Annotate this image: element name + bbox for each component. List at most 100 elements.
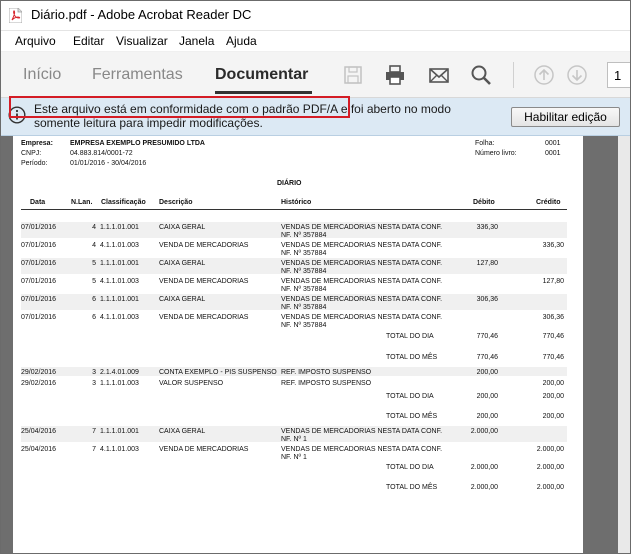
total-credito: 200,00 [542,413,564,420]
toolbar: Início Ferramentas Documentar 1 [1,52,630,98]
tab-inicio[interactable]: Início [23,66,61,84]
menu-arquivo[interactable]: Arquivo [15,34,56,48]
menu-ajuda[interactable]: Ajuda [226,34,257,48]
row-historico: REF. IMPOSTO SUSPENSO [281,369,372,376]
livro-value: 0001 [545,150,561,157]
row-classificacao: 4.1.1.01.003 [100,278,139,285]
row-descricao: VENDA DE MERCADORIAS [159,278,249,285]
col-descricao: Descrição [159,199,193,206]
print-icon[interactable] [384,64,406,86]
row-historico: NF. Nº 357884 [281,286,327,293]
pdf-page: Empresa: EMPRESA EXEMPLO PRESUMIDO LTDA … [13,136,583,553]
row-classificacao: 1.1.1.01.001 [100,224,139,231]
vertical-scrollbar[interactable] [618,136,630,553]
page-down-icon[interactable] [566,64,588,86]
row-historico: NF. Nº 357884 [281,304,327,311]
document-title: DIÁRIO [277,180,302,187]
row-historico: VENDAS DE MERCADORIAS NESTA DATA CONF. [281,260,443,267]
row-historico: VENDAS DE MERCADORIAS NESTA DATA CONF. [281,242,443,249]
row-historico: NF. Nº 357884 [281,268,327,275]
row-descricao: VALOR SUSPENSO [159,380,224,387]
total-debito: 770,46 [476,333,498,340]
total-debito: 200,00 [476,413,498,420]
acrobat-window: Diário.pdf - Adobe Acrobat Reader DC Arq… [0,0,631,554]
row-historico: REF. IMPOSTO SUSPENSO [281,380,372,387]
total-debito: 200,00 [476,393,498,400]
menu-editar[interactable]: Editar [73,34,104,48]
row-credito: 2.000,00 [536,446,564,453]
col-nlan: N.Lan. [71,199,93,206]
row-credito: 200,00 [542,380,564,387]
row-descricao: VENDA DE MERCADORIAS [159,446,249,453]
email-icon[interactable] [428,64,450,86]
row-nlan: 5 [92,260,96,267]
row-classificacao: 1.1.1.01.001 [100,260,139,267]
row-historico: NF. Nº 357884 [281,250,327,257]
row-classificacao: 1.1.1.01.003 [100,380,139,387]
row-classificacao: 4.1.1.01.003 [100,314,139,321]
header-rule [21,209,567,210]
cnpj-label: CNPJ: [21,150,42,157]
page-number-input[interactable]: 1 [607,62,630,88]
row-classificacao: 1.1.1.01.001 [100,428,139,435]
row-credito: 127,80 [542,278,564,285]
row-debito: 127,80 [476,260,498,267]
row-credito: 336,30 [542,242,564,249]
row-classificacao: 4.1.1.01.003 [100,242,139,249]
row-nlan: 6 [92,296,96,303]
total-credito: 2.000,00 [536,464,564,471]
col-data: Data [30,199,46,206]
col-credito: Crédito [536,199,561,206]
row-credito: 306,36 [542,314,564,321]
row-classificacao: 4.1.1.01.003 [100,446,139,453]
total-credito: 770,46 [542,333,564,340]
tab-documentar[interactable]: Documentar [215,66,308,84]
row-historico: VENDAS DE MERCADORIAS NESTA DATA CONF. [281,428,443,435]
row-historico: NF. Nº 1 [281,436,307,443]
menu-visualizar[interactable]: Visualizar [116,34,168,48]
page-up-icon[interactable] [533,64,555,86]
row-nlan: 3 [92,380,96,387]
total-label: TOTAL DO MÊS [386,354,438,361]
toolbar-separator [513,62,514,88]
total-label: TOTAL DO DIA [386,333,434,340]
row-nlan: 5 [92,278,96,285]
enable-editing-button[interactable]: Habilitar edição [511,107,620,127]
window-title: Diário.pdf - Adobe Acrobat Reader DC [31,7,252,22]
row-historico: VENDAS DE MERCADORIAS NESTA DATA CONF. [281,314,443,321]
active-tab-indicator [215,91,312,94]
folha-label: Folha: [475,140,495,147]
row-classificacao: 1.1.1.01.001 [100,296,139,303]
total-debito: 2.000,00 [470,484,498,491]
periodo-value: 01/01/2016 - 30/04/2016 [70,160,147,167]
empresa-label: Empresa: [21,140,53,147]
row-nlan: 4 [92,242,96,249]
livro-label: Número livro: [475,150,517,157]
row-descricao: CAIXA GERAL [159,428,206,435]
row-descricao: CONTA EXEMPLO - PIS SUSPENSO [159,369,277,376]
row-descricao: VENDA DE MERCADORIAS [159,242,249,249]
row-nlan: 3 [92,369,96,376]
tab-ferramentas[interactable]: Ferramentas [92,66,183,84]
search-icon[interactable] [470,64,492,86]
title-bar: Diário.pdf - Adobe Acrobat Reader DC [1,1,630,31]
menu-janela[interactable]: Janela [179,34,214,48]
highlight-box [9,96,350,118]
acrobat-pdf-icon [9,8,22,23]
total-debito: 2.000,00 [470,464,498,471]
total-credito: 770,46 [542,354,564,361]
row-historico: NF. Nº 357884 [281,232,327,239]
row-debito: 306,36 [476,296,498,303]
total-label: TOTAL DO DIA [386,393,434,400]
row-historico: VENDAS DE MERCADORIAS NESTA DATA CONF. [281,224,443,231]
save-icon[interactable] [342,64,364,86]
row-historico: NF. Nº 357884 [281,322,327,329]
col-debito: Débito [473,199,495,206]
row-historico: VENDAS DE MERCADORIAS NESTA DATA CONF. [281,278,443,285]
row-descricao: CAIXA GERAL [159,224,206,231]
col-historico: Histórico [281,199,312,206]
row-debito: 2.000,00 [470,428,498,435]
row-nlan: 6 [92,314,96,321]
row-classificacao: 2.1.4.01.009 [100,369,139,376]
row-descricao: CAIXA GERAL [159,296,206,303]
